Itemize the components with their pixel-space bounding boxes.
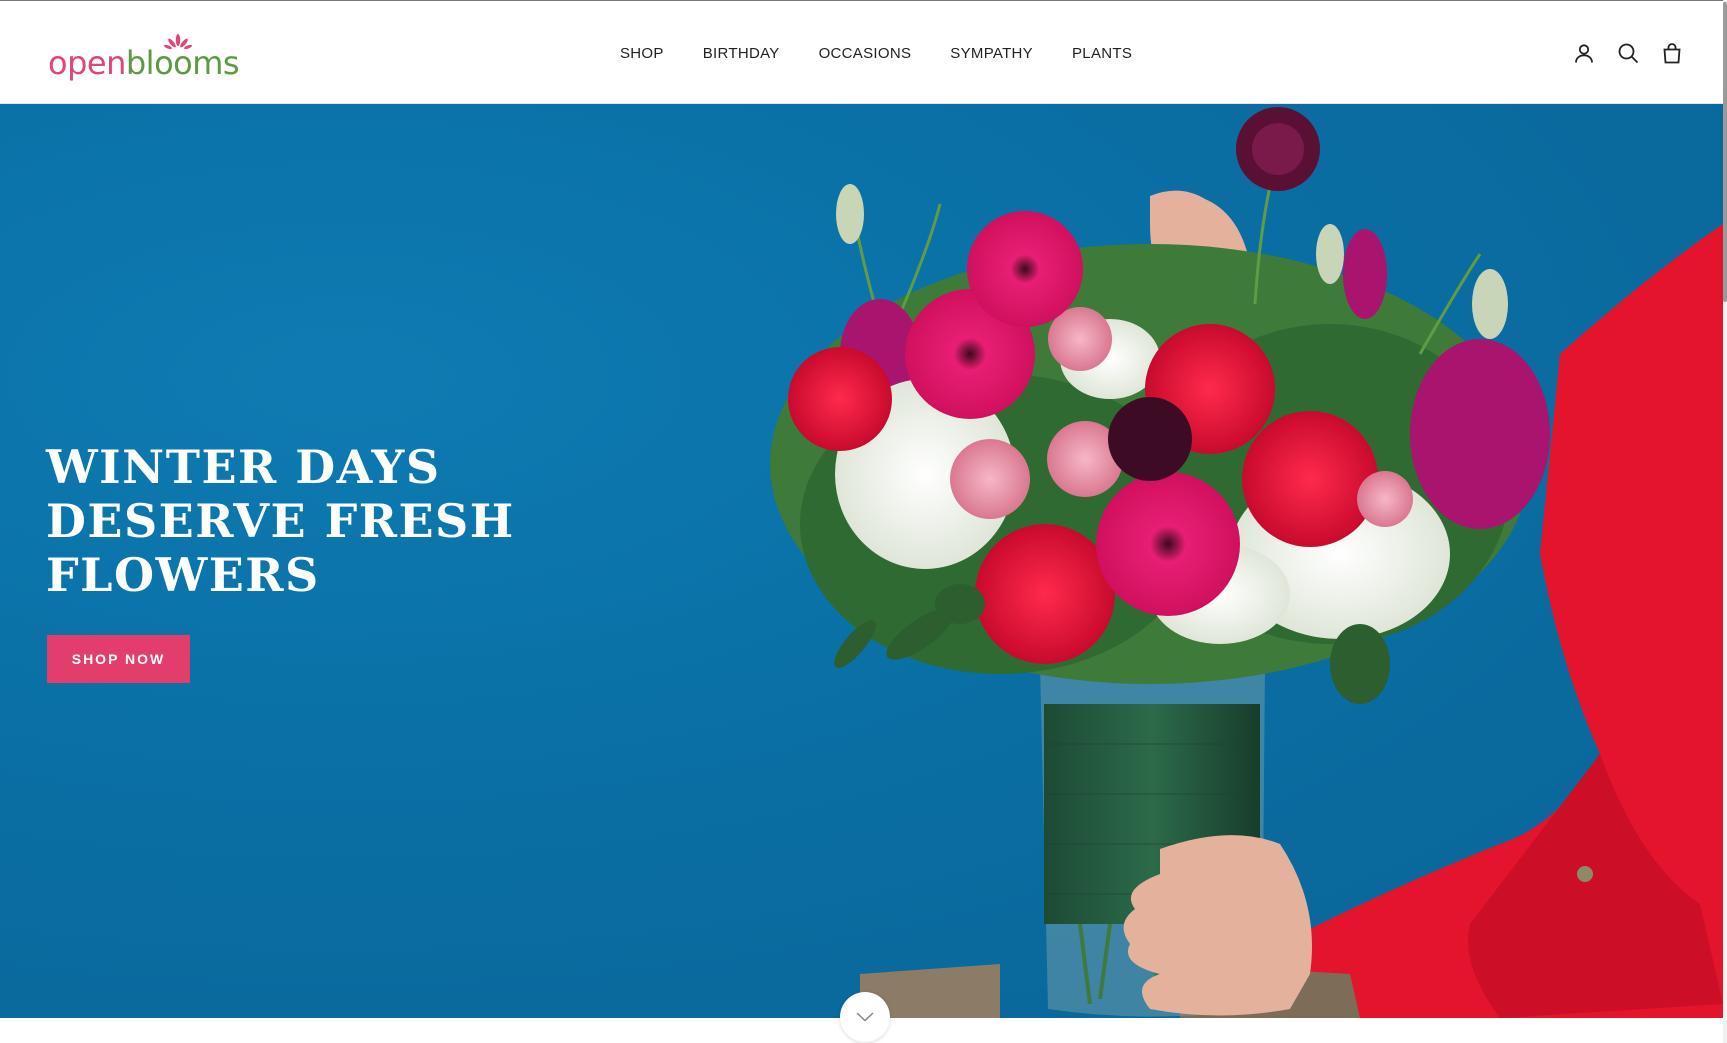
chevron-down-icon	[856, 1012, 874, 1022]
cart-bag-icon[interactable]	[1661, 42, 1683, 64]
site-header: open blooms SHOP BIRTHDAY OCCASIONS SYMPA…	[0, 0, 1727, 104]
nav-plants[interactable]: PLANTS	[1072, 45, 1132, 62]
account-icon[interactable]	[1573, 42, 1595, 64]
search-icon[interactable]	[1617, 42, 1639, 64]
nav-occasions[interactable]: OCCASIONS	[819, 45, 912, 62]
logo-flower-icon	[164, 34, 192, 50]
logo-text-open: open	[48, 44, 126, 82]
logo-text-blooms: blooms	[125, 44, 240, 82]
nav-sympathy[interactable]: SYMPATHY	[950, 45, 1033, 62]
openblooms-logo[interactable]: open blooms	[48, 31, 240, 82]
nav-birthday[interactable]: BIRTHDAY	[703, 45, 780, 62]
header-actions	[1573, 1, 1683, 105]
shop-now-button[interactable]: SHOP NOW	[47, 635, 190, 683]
main-navigation: SHOP BIRTHDAY OCCASIONS SYMPATHY PLANTS	[620, 1, 1171, 105]
nav-shop[interactable]: SHOP	[620, 45, 664, 62]
hero-title-line-2: DESERVE FRESH	[46, 494, 515, 548]
scroll-down-button[interactable]	[840, 992, 890, 1042]
hero-title-line-3: FLOWERS	[46, 548, 320, 602]
hero-title: WINTER DAYS DESERVE FRESH FLOWERS	[46, 440, 566, 602]
scrollbar-thumb[interactable]	[1723, 2, 1727, 302]
hero-banner: WINTER DAYS DESERVE FRESH FLOWERS SHOP N…	[0, 104, 1723, 1018]
scrollbar-track[interactable]	[1723, 0, 1727, 1043]
hero-title-line-1: WINTER DAYS	[46, 440, 441, 494]
